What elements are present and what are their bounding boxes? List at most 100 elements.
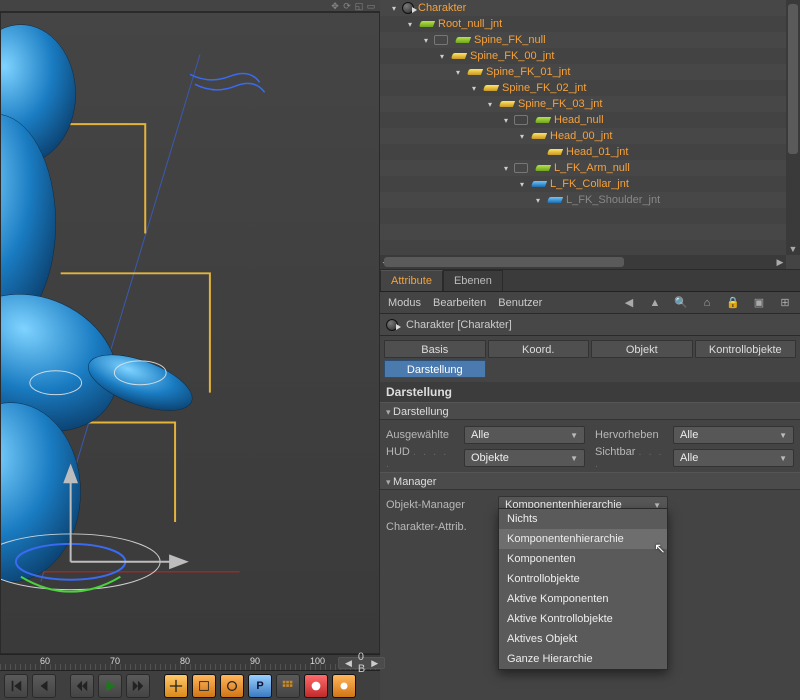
rotate-tool-icon[interactable] <box>220 674 244 698</box>
layer-zero-icon <box>514 115 528 125</box>
tree-twist-icon[interactable]: ▾ <box>420 34 432 46</box>
dropdown-item[interactable]: Aktives Objekt <box>499 629 667 649</box>
section-hdr-manager[interactable]: Manager <box>380 472 800 490</box>
add-icon[interactable]: ⊞ <box>778 296 792 310</box>
dropdown-item[interactable]: Aktive Kontrollobjekte <box>499 609 667 629</box>
section-hdr-darstellung[interactable]: Darstellung <box>380 402 800 420</box>
first-frame-button[interactable] <box>4 674 28 698</box>
chevron-down-icon: ▼ <box>779 431 787 440</box>
darstellung-body: Ausgewählte Alle▼ Hervorheben Alle▼ HUD … <box>380 420 800 472</box>
key-icon[interactable] <box>332 674 356 698</box>
mode-darstellung[interactable]: Darstellung <box>384 360 486 378</box>
tree-row[interactable]: ▾Charakter <box>380 0 786 16</box>
tree-row[interactable]: ▾Root_null_jnt <box>380 16 786 32</box>
axis-move-icon[interactable] <box>164 674 188 698</box>
menu-modus[interactable]: Modus <box>388 297 421 309</box>
mode-koord[interactable]: Koord. <box>488 340 590 358</box>
combo-hud[interactable]: Objekte▼ <box>464 449 585 467</box>
tree-twist-icon[interactable]: ▾ <box>532 194 544 206</box>
tree-twist-icon[interactable] <box>532 146 544 158</box>
mode-basis[interactable]: Basis <box>384 340 486 358</box>
nav-back-icon[interactable]: ◀ <box>622 296 636 310</box>
next-key-button[interactable] <box>126 674 150 698</box>
tree-twist-icon[interactable]: ▾ <box>468 82 480 94</box>
bone-icon <box>531 181 547 187</box>
play-button[interactable] <box>98 674 122 698</box>
prev-frame-button[interactable] <box>32 674 56 698</box>
mode-objekt[interactable]: Objekt <box>591 340 693 358</box>
mode-kontrollobjekte[interactable]: Kontrollobjekte <box>695 340 797 358</box>
tree-twist-icon[interactable]: ▾ <box>388 2 400 14</box>
search-icon[interactable]: 🔍 <box>674 296 688 310</box>
viewport-3d[interactable] <box>0 12 380 654</box>
tree-row[interactable]: ▾Spine_FK_02_jnt <box>380 80 786 96</box>
rotate-icon[interactable]: ⟳ <box>342 1 352 11</box>
combo-sichtbar[interactable]: Alle▼ <box>673 449 794 467</box>
combo-ausgewaehlte[interactable]: Alle▼ <box>464 426 585 444</box>
tree-twist-icon[interactable]: ▾ <box>516 178 528 190</box>
lock-icon[interactable]: 🔒 <box>726 296 740 310</box>
bone-icon <box>499 101 515 107</box>
tree-row[interactable]: ▾Spine_FK_00_jnt <box>380 48 786 64</box>
home-icon[interactable]: ⌂ <box>700 296 714 310</box>
record-icon[interactable] <box>304 674 328 698</box>
dropdown-item[interactable]: Nichts <box>499 509 667 529</box>
nav-up-icon[interactable]: ▲ <box>648 296 662 310</box>
tree-row[interactable]: ▾Spine_FK_01_jnt <box>380 64 786 80</box>
tree-row[interactable]: ▾L_FK_Shoulder_jnt <box>380 192 786 208</box>
scrollbar-thumb[interactable] <box>788 4 798 154</box>
attribute-menubar: Modus Bearbeiten Benutzer ◀ ▲ 🔍 ⌂ 🔒 ▣ ⊞ <box>380 292 800 314</box>
tree-label: L_FK_Collar_jnt <box>550 178 629 190</box>
tree-twist-icon[interactable]: ▾ <box>500 162 512 174</box>
scale-icon[interactable]: ◱ <box>354 1 364 11</box>
mode-tab-grid: Basis Koord. Objekt Kontrollobjekte Dars… <box>380 336 800 382</box>
tree-row[interactable]: ▾Spine_FK_03_jnt <box>380 96 786 112</box>
dropdown-item[interactable]: Aktive Komponenten <box>499 589 667 609</box>
dropdown-objekt-manager[interactable]: NichtsKomponentenhierarchieKomponentenKo… <box>498 508 668 670</box>
chevron-down-icon: ▼ <box>570 454 578 463</box>
tree-row[interactable]: ▾Head_null <box>380 112 786 128</box>
scroll-right-icon[interactable]: ▶ <box>774 256 786 268</box>
tick: 70 <box>110 656 120 666</box>
tree-row[interactable]: ▾ L_FK_Collar_jnt <box>380 176 786 192</box>
scroll-down-icon[interactable]: ▼ <box>787 243 799 255</box>
frame-icon[interactable]: ▭ <box>366 1 376 11</box>
dropdown-item[interactable]: Ganze Hierarchie <box>499 649 667 669</box>
dropdown-item[interactable]: Komponentenhierarchie <box>499 529 667 549</box>
tree-twist-icon[interactable]: ▾ <box>516 130 528 142</box>
grid-icon[interactable] <box>276 674 300 698</box>
section-title-darstellung: Darstellung <box>380 382 800 402</box>
timeline-ruler[interactable]: 60 70 80 90 100 ◀0 B▶ <box>0 654 380 670</box>
scrollbar-horizontal[interactable]: ◀ ▶ <box>380 255 786 269</box>
tab-attribute[interactable]: Attribute <box>380 270 443 291</box>
park-icon[interactable]: P <box>248 674 272 698</box>
new-icon[interactable]: ▣ <box>752 296 766 310</box>
tree-row[interactable]: ▾Spine_FK_null <box>380 32 786 48</box>
tree-row[interactable]: ▾Head_00_jnt <box>380 128 786 144</box>
tick: 90 <box>250 656 260 666</box>
prev-key-button[interactable] <box>70 674 94 698</box>
tree-twist-icon[interactable]: ▾ <box>436 50 448 62</box>
frame-field[interactable]: ◀0 B▶ <box>338 657 385 669</box>
object-header: Charakter [Charakter] <box>380 314 800 336</box>
tree-twist-icon[interactable]: ▾ <box>404 18 416 30</box>
menu-bearbeiten[interactable]: Bearbeiten <box>433 297 486 309</box>
tab-ebenen[interactable]: Ebenen <box>443 270 503 291</box>
scrollbar-thumb[interactable] <box>384 257 624 267</box>
scrollbar-vertical[interactable]: ▲ ▼ <box>786 0 800 255</box>
label-charakter-attrib: Charakter-Attrib. <box>386 521 492 533</box>
snap-grid-icon[interactable] <box>192 674 216 698</box>
tree-twist-icon[interactable]: ▾ <box>484 98 496 110</box>
tree-twist-icon[interactable]: ▾ <box>452 66 464 78</box>
character-icon <box>402 2 414 14</box>
move-icon[interactable]: ✥ <box>330 1 340 11</box>
combo-hervorheben[interactable]: Alle▼ <box>673 426 794 444</box>
object-manager-tree[interactable]: ▾Charakter▾Root_null_jnt▾Spine_FK_null▾S… <box>380 0 800 270</box>
dropdown-item[interactable]: Kontrollobjekte <box>499 569 667 589</box>
tree-row[interactable]: Head_01_jnt <box>380 144 786 160</box>
menu-benutzer[interactable]: Benutzer <box>498 297 542 309</box>
tree-twist-icon[interactable]: ▾ <box>500 114 512 126</box>
viewport-toolbar: ✥ ⟳ ◱ ▭ <box>0 0 380 12</box>
tree-row[interactable]: ▾L_FK_Arm_null <box>380 160 786 176</box>
dropdown-item[interactable]: Komponenten <box>499 549 667 569</box>
